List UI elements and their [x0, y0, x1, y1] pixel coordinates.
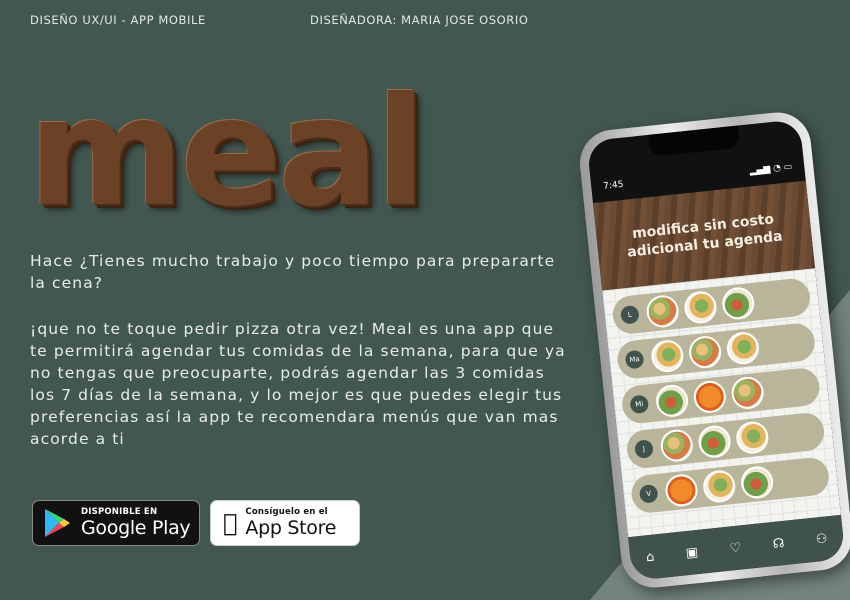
meal-plate[interactable]: [649, 338, 685, 374]
google-play-button[interactable]: DISPONIBLE EN Google Play: [32, 500, 200, 546]
description-intro: Hace ¿Tienes mucho trabajo y poco tiempo…: [30, 250, 575, 294]
day-badge: Ma: [624, 349, 645, 370]
apple-icon: : [223, 509, 237, 537]
meal-plate[interactable]: [725, 330, 761, 366]
description-text-2: ¡que no te toque pedir pizza otra vez! M…: [30, 320, 566, 448]
phone-mockup: 7:45 ▂▄▆ ◔ ▭ modifica sin costo adiciona…: [576, 109, 850, 591]
meal-plate[interactable]: [730, 375, 766, 411]
meal-plate[interactable]: [696, 424, 733, 460]
google-play-label: Google Play: [81, 517, 191, 539]
support-icon[interactable]: ☊: [772, 535, 785, 551]
meal-plate[interactable]: [739, 464, 775, 501]
meal-plate[interactable]: [692, 379, 728, 415]
day-list: L Ma Mi J V: [602, 268, 841, 538]
google-play-small-label: DISPONIBLE EN: [81, 507, 158, 517]
day-badge: J: [634, 439, 654, 459]
calendar-icon[interactable]: ▣: [685, 545, 699, 561]
meal-plate[interactable]: [734, 420, 770, 456]
app-title: modifica sin costo adicional tu agenda: [626, 211, 784, 261]
meal-plate[interactable]: [687, 334, 723, 370]
signal-icon: ▂▄▆ ◔ ▭: [749, 162, 793, 177]
meal-plate[interactable]: [701, 468, 737, 504]
home-icon[interactable]: ⌂: [645, 549, 655, 565]
day-badge: V: [638, 483, 659, 504]
description-text-1: Hace ¿Tienes mucho trabajo y poco tiempo…: [30, 252, 556, 292]
day-badge: Mi: [629, 394, 650, 415]
app-store-label: App Store: [231, 517, 336, 539]
meal-plate[interactable]: [645, 293, 681, 329]
meal-plate[interactable]: [659, 428, 695, 464]
heart-icon[interactable]: ♡: [729, 540, 742, 556]
status-time: 7:45: [602, 179, 624, 192]
meal-plate[interactable]: [682, 289, 719, 325]
designer-label: DISEÑADORA: MARIA JOSE OSORIO: [310, 13, 529, 27]
app-store-small-label: Consíguelo en el: [231, 507, 327, 517]
user-icon[interactable]: ⚇: [815, 531, 828, 547]
phone-screen: 7:45 ▂▄▆ ◔ ▭ modifica sin costo adiciona…: [586, 119, 846, 581]
google-play-icon: [45, 509, 70, 537]
meal-plate[interactable]: [663, 472, 700, 508]
meal-plate[interactable]: [720, 285, 756, 322]
description-body: ¡que no te toque pedir pizza otra vez! M…: [30, 318, 575, 450]
app-store-button[interactable]:  Consíguelo en el App Store: [210, 500, 360, 546]
day-badge: L: [619, 304, 640, 325]
meal-logo: meal: [28, 66, 427, 240]
course-label: DISEÑO UX/UI - APP MOBILE: [30, 13, 206, 27]
meal-plate[interactable]: [654, 383, 690, 419]
